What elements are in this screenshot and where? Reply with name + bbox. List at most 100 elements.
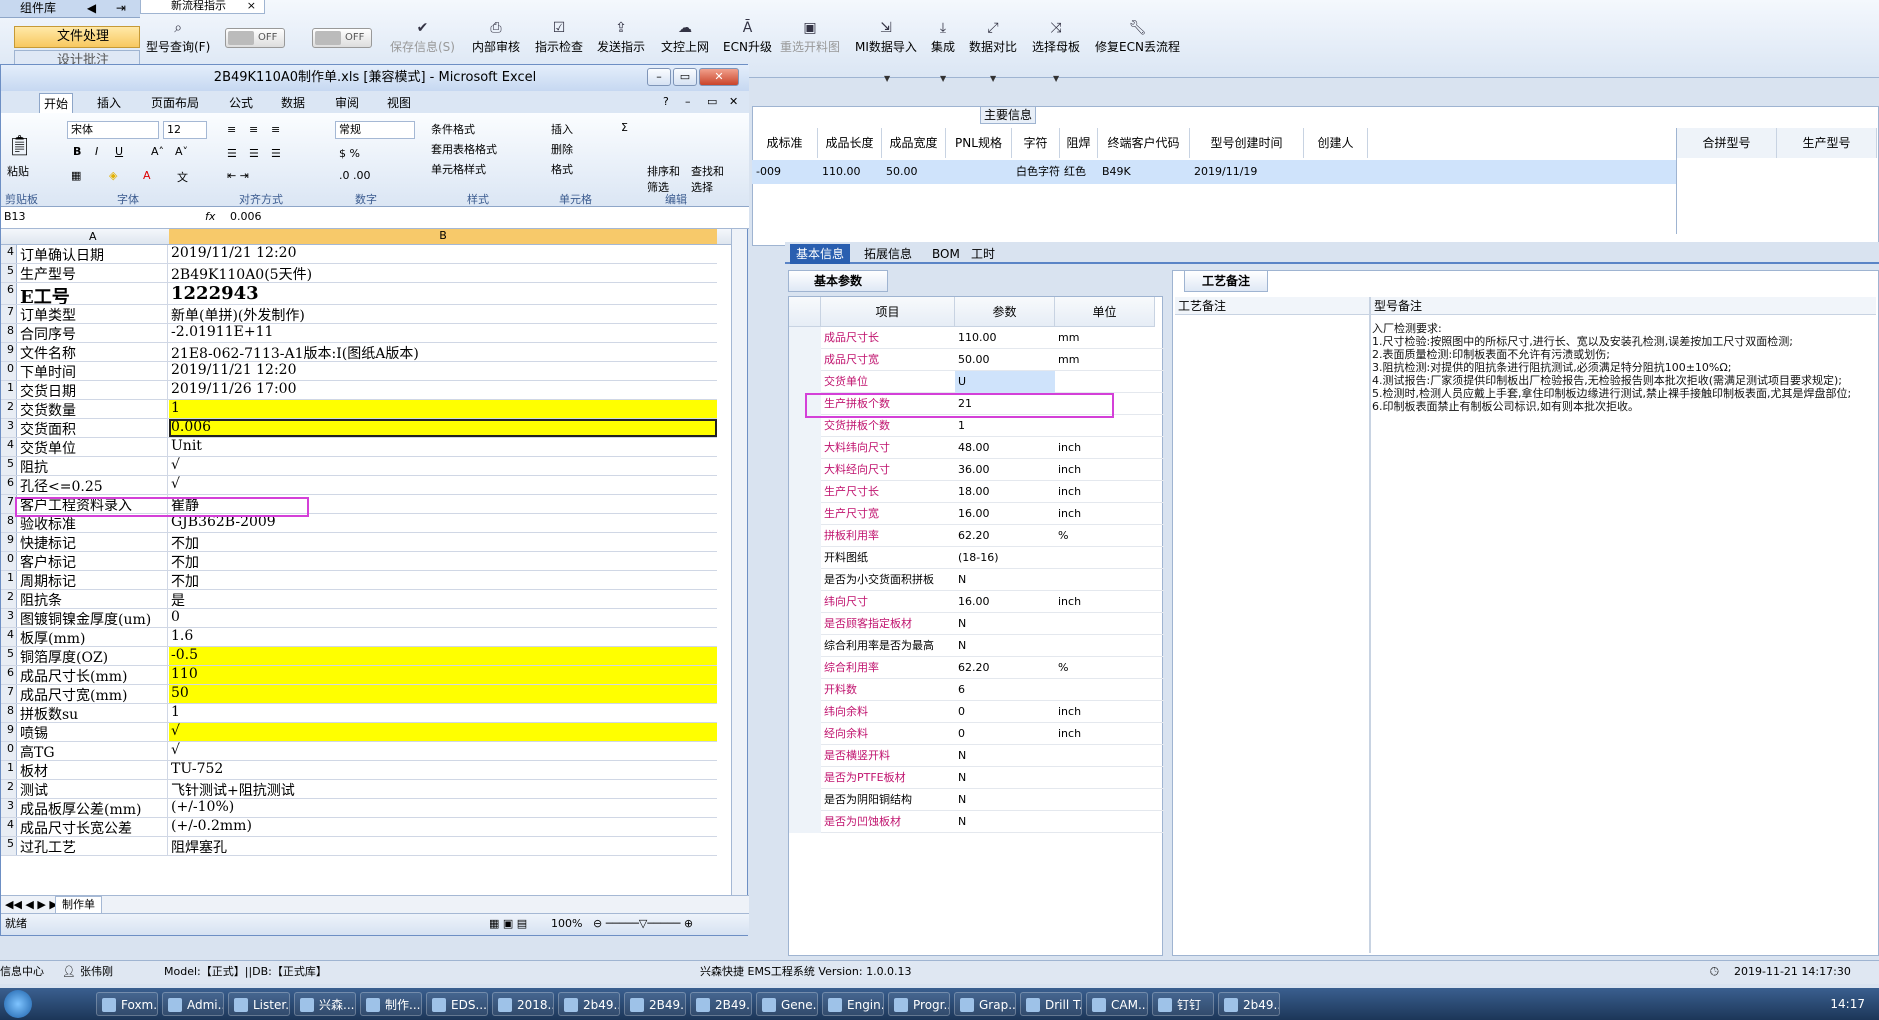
tab-home[interactable]: 开始	[39, 93, 74, 113]
tab-insert[interactable]: 插入	[93, 93, 125, 113]
shrink-font-icon[interactable]: A˅	[175, 145, 188, 158]
align-left-icon[interactable]: ☰	[227, 147, 237, 160]
clock[interactable]: 14:17	[1830, 988, 1865, 1020]
cell-a[interactable]: 合同序号	[18, 324, 168, 342]
row-number[interactable]: 2	[1, 590, 17, 608]
ribbon-close-icon[interactable]: ✕	[729, 95, 738, 108]
param-row[interactable]: 是否为凹蚀板材 N	[789, 811, 1164, 833]
sheet-row[interactable]: 5 阻抗 √	[1, 457, 717, 476]
cell-b[interactable]: 2019/11/26 17:00	[169, 381, 717, 399]
param-row[interactable]: 是否顾客指定板材 N	[789, 613, 1164, 635]
tab-review[interactable]: 审阅	[331, 93, 363, 113]
integrate-button[interactable]: ⤓ 集成	[931, 20, 955, 60]
row-number[interactable]: 9	[1, 533, 17, 551]
column-header[interactable]: 成品长度	[818, 128, 882, 158]
sheet-row[interactable]: 2 交货数量 1	[1, 400, 717, 419]
row-selector[interactable]	[789, 657, 821, 679]
align-right-icon[interactable]: ☰	[271, 147, 281, 160]
row-selector[interactable]	[789, 569, 821, 591]
cell-a[interactable]: 板厚(mm)	[18, 628, 168, 646]
taskbar-item[interactable]: 2018...	[492, 992, 554, 1016]
taskbar-item[interactable]: Gene...	[756, 992, 818, 1016]
row-number[interactable]: 5	[1, 647, 17, 665]
sheet-row[interactable]: 0 下单时间 2019/11/21 12:20	[1, 362, 717, 381]
cell-a[interactable]: 成品尺寸宽(mm)	[18, 685, 168, 703]
sheet-row[interactable]: 1 板材 TU-752	[1, 761, 717, 780]
sheet-row[interactable]: 0 客户标记 不加	[1, 552, 717, 571]
sheet-row[interactable]: 9 喷锡 √	[1, 723, 717, 742]
param-value[interactable]: N	[955, 635, 1055, 657]
cell-a[interactable]: 订单类型	[18, 305, 168, 323]
cell-b[interactable]: 1222943	[169, 283, 717, 304]
sum-icon[interactable]: Σ	[621, 121, 628, 134]
border-icon[interactable]: ▦	[71, 169, 81, 182]
param-value[interactable]: 18.00	[955, 481, 1055, 503]
row-number[interactable]: 1	[1, 381, 17, 399]
column-header[interactable]: 成标准	[752, 128, 818, 158]
sheet-row[interactable]: 9 快捷标记 不加	[1, 533, 717, 552]
cell-b[interactable]: 飞针测试+阻抗测试	[169, 780, 717, 798]
sheet-row[interactable]: 2 阻抗条是	[1, 590, 717, 609]
cell-b[interactable]: 是	[169, 590, 717, 608]
maximize-icon[interactable]: ▭	[673, 68, 697, 86]
cell-a[interactable]: 铜箔厚度(OZ)	[18, 647, 168, 665]
sheet-row[interactable]: 8 合同序号 -2.01911E+11	[1, 324, 717, 343]
name-box[interactable]: B13	[1, 209, 141, 227]
param-row[interactable]: 拼板利用率 62.20%	[789, 525, 1164, 547]
dropdown-caret-icon[interactable]: ▼	[884, 74, 890, 83]
row-selector[interactable]	[789, 437, 821, 459]
row-selector[interactable]	[789, 415, 821, 437]
toggle-switch-1[interactable]: OFF	[225, 28, 285, 48]
column-header-b[interactable]: B	[169, 229, 717, 244]
column-header[interactable]: 参数	[955, 297, 1055, 327]
param-row[interactable]: 开料图纸 (18-16)	[789, 547, 1164, 569]
param-row[interactable]: 大料经向尺寸 36.00 inch	[789, 459, 1164, 481]
cell-b[interactable]: √	[169, 723, 717, 741]
param-row[interactable]: 交货单位 U	[789, 371, 1164, 393]
column-header-a[interactable]: A	[89, 230, 97, 243]
view-icons[interactable]: ▦ ▣ ▤	[489, 914, 527, 934]
sheet-row[interactable]: 8 拼板数su 1	[1, 704, 717, 723]
cell-b[interactable]: 21E8-062-7113-A1版本:I(图纸A版本)	[169, 343, 717, 361]
param-value[interactable]: U	[955, 371, 1055, 393]
row-selector[interactable]	[789, 701, 821, 723]
row-selector[interactable]	[789, 789, 821, 811]
row-number[interactable]: 6	[1, 666, 17, 684]
row-number[interactable]: 6	[1, 476, 17, 494]
sheet-row[interactable]: 2 测试 飞针测试+阻抗测试	[1, 780, 717, 799]
row-number[interactable]: 1	[1, 571, 17, 589]
doc-online-button[interactable]: ☁ 文控上网	[661, 20, 709, 60]
select-motherboard-button[interactable]: ⤨ 选择母板	[1032, 20, 1080, 60]
cell-a[interactable]: 快捷标记	[18, 533, 168, 551]
taskbar-item[interactable]: Progr...	[888, 992, 950, 1016]
row-number[interactable]: 4	[1, 818, 17, 836]
info-center-label[interactable]: 信息中心	[0, 961, 44, 983]
fx-icon[interactable]: fx	[205, 210, 215, 223]
grow-font-icon[interactable]: A˄	[151, 145, 164, 158]
currency-icon[interactable]: $ %	[339, 147, 360, 160]
row-number[interactable]: 0	[1, 362, 17, 380]
column-header[interactable]: 阻焊	[1060, 128, 1098, 158]
row-selector[interactable]	[789, 459, 821, 481]
cell-a[interactable]: 过孔工艺	[18, 837, 168, 855]
cell-a[interactable]: 周期标记	[18, 571, 168, 589]
cell-a[interactable]: 订单确认日期	[18, 245, 168, 263]
column-header[interactable]: 创建人	[1304, 128, 1368, 158]
cell-a[interactable]: 交货数量	[18, 400, 168, 418]
tab-bom[interactable]: BOM	[926, 244, 966, 264]
cell-a[interactable]: 高TG	[18, 742, 168, 760]
ribbon-restore-icon[interactable]: ▭	[707, 95, 717, 108]
font-size-select[interactable]: 12	[163, 121, 207, 139]
sheet-row[interactable]: 7 成品尺寸宽(mm) 50	[1, 685, 717, 704]
row-number[interactable]: 3	[1, 419, 17, 437]
cell-b[interactable]: 0	[169, 609, 717, 627]
sheet-row[interactable]: 4 订单确认日期 2019/11/21 12:20	[1, 245, 717, 264]
row-number[interactable]: 1	[1, 761, 17, 779]
taskbar-item[interactable]: 2b49...	[558, 992, 620, 1016]
number-format-select[interactable]: 常规	[335, 121, 415, 139]
cell-a[interactable]: 交货日期	[18, 381, 168, 399]
param-value[interactable]: 48.00	[955, 437, 1055, 459]
sheet-row[interactable]: 0 高TG √	[1, 742, 717, 761]
cell-a[interactable]: 生产型号	[18, 264, 168, 282]
cell-b[interactable]: 2019/11/21 12:20	[169, 362, 717, 380]
